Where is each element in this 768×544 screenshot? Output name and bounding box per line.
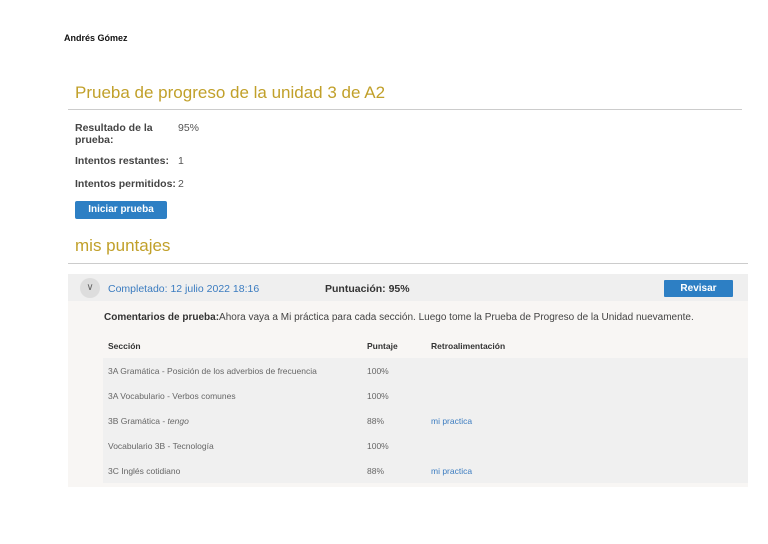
remaining-label: Intentos restantes: <box>75 155 169 167</box>
result-value: 95% <box>178 122 200 134</box>
divider <box>68 109 742 110</box>
sections-table: Sección Puntaje Retroalimentación 3A Gra… <box>103 333 748 483</box>
section-score: 100% <box>367 366 389 376</box>
start-test-button[interactable]: Iniciar prueba <box>75 201 167 219</box>
section-name: 3A Gramática - Posición de los adverbios… <box>108 366 317 376</box>
result-label: Resultado de la prueba: <box>75 122 153 146</box>
allowed-label: Intentos permitidos: <box>75 178 176 190</box>
table-row: 3B Gramática - tengo 88% mi practica <box>103 408 748 433</box>
section-score: 100% <box>367 391 389 401</box>
section-score: 100% <box>367 441 389 451</box>
chevron-down-icon[interactable]: ∨ <box>80 278 100 298</box>
divider <box>68 263 748 264</box>
table-row: 3A Gramática - Posición de los adverbios… <box>103 358 748 383</box>
section-name: 3B Gramática - tengo <box>108 416 189 426</box>
section-score: 88% <box>367 416 385 426</box>
col-section: Sección <box>108 341 141 351</box>
scores-title: mis puntajes <box>75 236 171 255</box>
comment-text: Ahora vaya a Mi práctica para cada secci… <box>219 312 694 323</box>
table-row: 3C Inglés cotidiano 88% mi practica <box>103 458 748 483</box>
table-row: 3A Vocabulario - Verbos comunes 100% <box>103 383 748 408</box>
col-feedback: Retroalimentación <box>431 341 506 351</box>
test-comments: Comentarios de prueba:Ahora vaya a Mi pr… <box>104 312 694 323</box>
attempt-score: Puntuación: 95% <box>325 283 410 295</box>
attempt-header[interactable]: ∨ Completado: 12 julio 2022 18:16 Puntua… <box>68 274 748 301</box>
section-name: Vocabulario 3B - Tecnología <box>108 441 214 451</box>
review-button[interactable]: Revisar <box>664 280 733 297</box>
completed-date: Completado: 12 julio 2022 18:16 <box>108 283 260 295</box>
section-prefix: 3B Gramática - <box>108 416 168 426</box>
comment-label: Comentarios de prueba: <box>104 312 220 323</box>
remaining-value: 1 <box>178 155 184 167</box>
page-title: Prueba de progreso de la unidad 3 de A2 <box>75 83 386 102</box>
table-row: Vocabulario 3B - Tecnología 100% <box>103 433 748 458</box>
practice-link[interactable]: mi practica <box>431 416 472 426</box>
col-score: Puntaje <box>367 341 398 351</box>
section-score: 88% <box>367 466 385 476</box>
section-name: 3C Inglés cotidiano <box>108 466 181 476</box>
allowed-value: 2 <box>178 178 184 190</box>
table-header: Sección Puntaje Retroalimentación <box>103 333 748 358</box>
practice-link[interactable]: mi practica <box>431 466 472 476</box>
attempt-panel: ∨ Completado: 12 julio 2022 18:16 Puntua… <box>68 274 748 487</box>
section-em: tengo <box>167 416 189 426</box>
section-name: 3A Vocabulario - Verbos comunes <box>108 391 236 401</box>
user-name: Andrés Gómez <box>64 33 128 43</box>
